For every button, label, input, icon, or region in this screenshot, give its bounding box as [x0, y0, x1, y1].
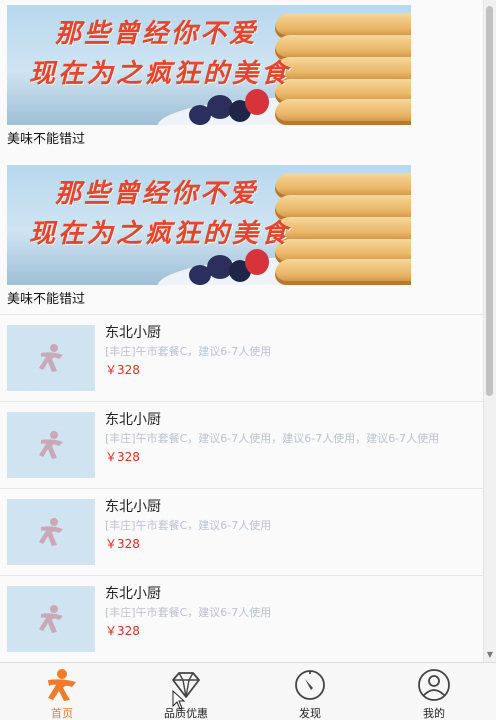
banner-caption: 美味不能错过 — [7, 132, 86, 147]
list-item[interactable]: 东北小厨 [丰庄]午市套餐C，建议6-7人使用，建议6-7人使用，建议6-7人使… — [0, 401, 484, 489]
tab-mine[interactable]: 我的 — [372, 663, 496, 720]
banner-headline-2: 现在为之疯狂的美食 — [29, 59, 291, 89]
list-item[interactable]: 东北小厨 [丰庄]午市套餐C，建议6-7人使用 ￥328 — [0, 314, 484, 402]
scrollbar-thumb[interactable] — [486, 6, 493, 396]
banner-image[interactable]: 那些曾经你不爱 现在为之疯狂的美食 — [7, 5, 411, 125]
mouse-cursor-icon — [172, 690, 186, 710]
banner-headline-1: 那些曾经你不爱 — [55, 19, 259, 49]
item-description: [丰庄]午市套餐C，建议6-7人使用 — [105, 519, 272, 532]
item-thumbnail — [7, 586, 95, 652]
item-price: ￥328 — [105, 537, 140, 551]
item-title: 东北小厨 — [105, 499, 161, 515]
banner-headline-1: 那些曾经你不爱 — [55, 179, 259, 209]
item-thumbnail — [7, 325, 95, 391]
item-title: 东北小厨 — [105, 586, 161, 602]
tab-label: 发现 — [299, 707, 321, 720]
banner-headline-2: 现在为之疯狂的美食 — [29, 219, 291, 249]
content-scroll-area[interactable]: 那些曾经你不爱 现在为之疯狂的美食 美味不能错过 那些曾经你不爱 现在为之疯狂的… — [0, 0, 484, 662]
compass-icon — [295, 670, 325, 700]
home-person-icon — [48, 669, 76, 701]
item-description: [丰庄]午市套餐C，建议6-7人使用 — [105, 606, 272, 619]
item-price: ￥328 — [105, 624, 140, 638]
placeholder-person-icon — [39, 431, 63, 459]
banner-image[interactable]: 那些曾经你不爱 现在为之疯狂的美食 — [7, 165, 411, 285]
list-item[interactable]: 东北小厨 [丰庄]午市套餐C，建议6-7人使用 ￥328 — [0, 575, 484, 662]
placeholder-person-icon — [39, 605, 63, 633]
tab-label: 品质优惠 — [164, 707, 208, 720]
placeholder-person-icon — [39, 344, 63, 372]
item-thumbnail — [7, 412, 95, 478]
tab-quality-deals[interactable]: 品质优惠 — [124, 663, 248, 720]
item-price: ￥328 — [105, 450, 140, 464]
item-thumbnail — [7, 499, 95, 565]
app-screen: 那些曾经你不爱 现在为之疯狂的美食 美味不能错过 那些曾经你不爱 现在为之疯狂的… — [0, 0, 496, 720]
item-description: [丰庄]午市套餐C，建议6-7人使用 — [105, 345, 272, 358]
tab-home[interactable]: 首页 — [0, 663, 124, 720]
item-title: 东北小厨 — [105, 325, 161, 341]
scroll-down-arrow-icon[interactable]: ▼ — [485, 650, 495, 660]
placeholder-person-icon — [39, 518, 63, 546]
bottom-tab-bar: 首页 品质优惠 发现 我的 — [0, 662, 496, 720]
item-description: [丰庄]午市套餐C，建议6-7人使用，建议6-7人使用，建议6-7人使用 — [105, 432, 440, 445]
tab-discover[interactable]: 发现 — [248, 663, 372, 720]
vertical-scrollbar[interactable]: ▼ — [483, 0, 496, 662]
item-title: 东北小厨 — [105, 412, 161, 428]
tab-label: 我的 — [423, 707, 445, 720]
list-item[interactable]: 东北小厨 [丰庄]午市套餐C，建议6-7人使用 ￥328 — [0, 488, 484, 576]
tab-label: 首页 — [51, 707, 73, 720]
banner-caption: 美味不能错过 — [7, 292, 86, 307]
item-price: ￥328 — [105, 363, 140, 377]
user-icon — [418, 669, 450, 701]
